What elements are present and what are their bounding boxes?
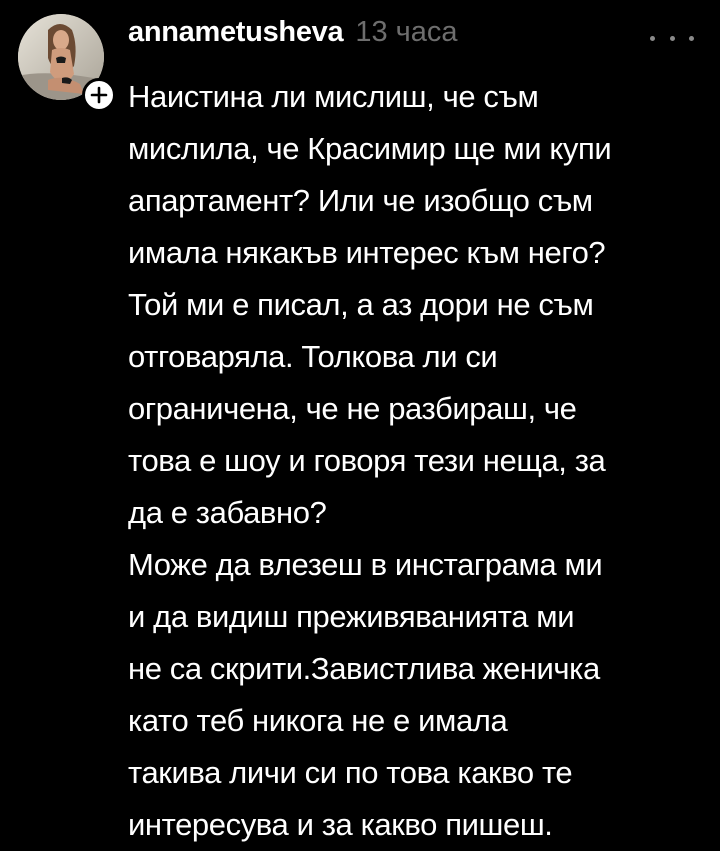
comment-text-line: интересува и за какво пишеш.: [128, 807, 553, 842]
comment-text-line: мислила, че Красимир ще ми купи: [128, 131, 612, 166]
comment-text-line: апартамент? Или че изобщо съм: [128, 183, 593, 218]
comment-text-line: имала някакъв интерес към него?: [128, 235, 606, 270]
comment-text: Наистина ли мислиш, че съм мислила, че К…: [128, 71, 713, 851]
username-link[interactable]: annametusheva: [128, 16, 344, 49]
comment-header: annametusheva 13 часа: [128, 16, 458, 60]
comment-text-line: и да видиш преживяванията ми: [128, 599, 575, 634]
more-dot: [669, 35, 675, 41]
comment-item: annametusheva 13 часа Наистина ли мислиш…: [0, 0, 720, 842]
more-options-button[interactable]: [650, 26, 694, 50]
avatar-container: [18, 14, 116, 112]
comment-text-line: такива личи си по това какво те: [128, 755, 573, 790]
comment-text-line: Наистина ли мислиш, че съм: [128, 79, 539, 114]
comment-timestamp: 13 часа: [355, 16, 458, 48]
more-horizontal-icon: [650, 35, 655, 41]
comment-text-line: Може да влезеш в инстаграма ми: [128, 547, 603, 582]
comment-text-line: това е шоу и говоря тези неща, за: [128, 443, 606, 478]
comment-text-line: не са скрити.Завистлива женичка: [128, 651, 600, 686]
comment-text-line: Той ми е писал, а аз дори не съм: [128, 287, 594, 322]
more-dot: [689, 35, 694, 41]
comment-text-line: отговаряла. Толкова ли си: [128, 339, 498, 374]
comment-text-line: като теб никога не е имала: [128, 703, 508, 738]
comment-text-line: ограничена, че не разбираш, че: [128, 391, 577, 426]
comment-text-line: да е забавно?: [128, 495, 327, 530]
follow-button[interactable]: [82, 78, 116, 112]
plus-icon: [90, 86, 108, 104]
